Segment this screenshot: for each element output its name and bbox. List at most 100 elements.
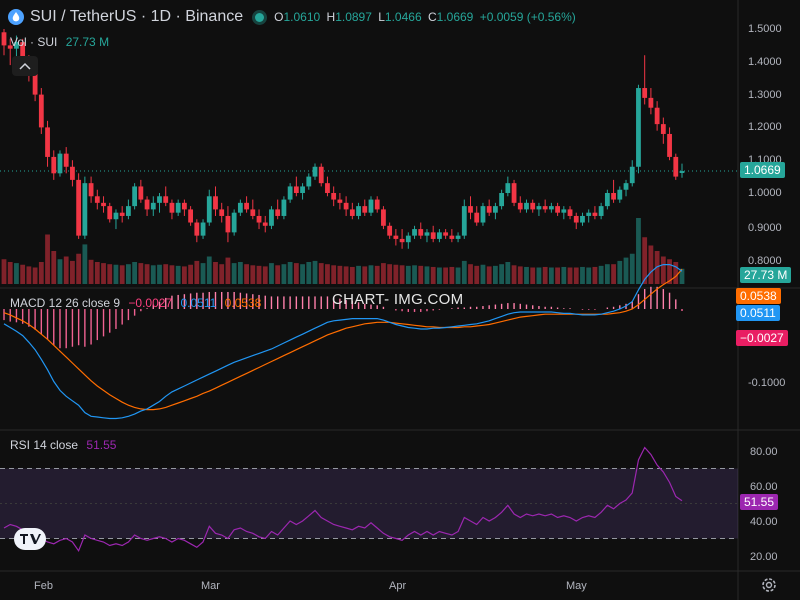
candle-body xyxy=(368,199,374,213)
candle-body xyxy=(586,212,592,216)
candle-body xyxy=(57,153,63,174)
volume-bar xyxy=(548,267,554,284)
candle-body xyxy=(480,206,486,223)
volume-bar xyxy=(629,253,635,284)
collapse-legend-button[interactable] xyxy=(12,56,38,76)
volume-bar xyxy=(150,265,156,284)
volume-label: Vol · SUI xyxy=(10,35,58,49)
settings-gear-icon[interactable] xyxy=(760,576,778,594)
volume-bar xyxy=(368,265,374,284)
tradingview-logo-icon[interactable] xyxy=(14,528,46,550)
candle-body xyxy=(88,183,94,197)
candle-body xyxy=(38,94,44,128)
price-candles[interactable] xyxy=(1,29,685,249)
candle-body xyxy=(474,212,480,223)
macd-legend[interactable]: MACD 12 26 close 9 −0.0027 0.0511 0.0538 xyxy=(10,296,266,310)
volume-tag: 27.73 M xyxy=(740,267,792,283)
candle-body xyxy=(486,206,492,213)
volume-bar xyxy=(542,266,548,284)
volume-bar xyxy=(113,264,119,284)
candle-body xyxy=(231,212,237,233)
volume-bar xyxy=(437,267,442,284)
candle-body xyxy=(443,232,449,236)
candle-body xyxy=(667,133,672,157)
volume-bar xyxy=(567,267,573,284)
volume-bar xyxy=(455,267,461,284)
macd-line-value: 0.0511 xyxy=(180,296,217,310)
candle-body xyxy=(244,202,249,210)
candle-body xyxy=(598,206,604,216)
volume-bar xyxy=(194,260,200,284)
volume-bars xyxy=(1,218,685,284)
candle-body xyxy=(157,196,162,203)
volume-bar xyxy=(312,260,318,284)
volume-bar xyxy=(617,260,623,284)
candle-body xyxy=(623,183,629,190)
candle-body xyxy=(536,206,542,210)
candle-body xyxy=(430,232,436,239)
candle-body xyxy=(70,166,75,180)
candle-body xyxy=(511,183,517,203)
candle-body xyxy=(636,88,641,167)
candle-body xyxy=(660,124,666,134)
time-axis[interactable]: Feb Mar Apr May xyxy=(34,580,587,592)
time-tick-feb: Feb xyxy=(34,580,53,592)
volume-bar xyxy=(7,262,13,284)
macd-histogram-value: −0.0027 xyxy=(128,296,173,310)
high-value: 1.0897 xyxy=(335,10,372,24)
volume-bar xyxy=(673,262,679,284)
volume-bar xyxy=(76,253,82,284)
candle-body xyxy=(362,206,368,213)
volume-bar xyxy=(237,262,243,284)
rsi-tick-80: 80.00 xyxy=(750,446,778,458)
volume-bar xyxy=(604,264,610,284)
rsi-tag: 51.55 xyxy=(740,494,779,510)
price-tick-3: 1.3000 xyxy=(748,89,782,101)
candle-body xyxy=(119,212,125,216)
volume-bar xyxy=(362,266,368,284)
last-price-tag: 1.0669 xyxy=(740,162,785,178)
candle-body xyxy=(200,222,206,236)
volume-bar xyxy=(530,267,536,284)
volume-bar xyxy=(169,265,175,284)
volume-bar xyxy=(505,262,511,284)
candle-body xyxy=(573,215,579,223)
time-tick-apr: Apr xyxy=(389,580,406,592)
rsi-band xyxy=(0,468,738,539)
candle-body xyxy=(561,209,567,213)
volume-bar xyxy=(38,262,44,284)
volume-bar xyxy=(536,267,542,284)
candle-body xyxy=(505,183,511,193)
volume-bar xyxy=(20,264,26,284)
macd-signal-tag: 0.0538 xyxy=(736,288,781,304)
rsi-tick-20: 20.00 xyxy=(750,551,778,563)
volume-bar xyxy=(256,265,262,284)
volume-bar xyxy=(468,264,473,284)
volume-bar xyxy=(188,264,194,284)
candle-body xyxy=(281,199,287,216)
volume-bar xyxy=(206,256,212,284)
volume-bar xyxy=(636,218,641,284)
watermark: CHART- IMG.COM xyxy=(332,291,464,308)
volume-legend[interactable]: Vol · SUI 27.73 M xyxy=(10,35,114,49)
macd-line-tag: 0.0511 xyxy=(736,305,780,321)
candle-body xyxy=(132,186,138,207)
candle-body xyxy=(94,196,100,203)
volume-bar xyxy=(424,266,430,284)
volume-bar xyxy=(449,266,455,284)
candle-body xyxy=(237,202,243,213)
macd-histogram-tag: −0.0027 xyxy=(736,330,788,346)
symbol-title[interactable]: SUI / TetherUS · 1D · Binance xyxy=(30,8,243,26)
volume-bar xyxy=(517,266,523,284)
close-value: 1.0669 xyxy=(436,10,474,24)
volume-bar xyxy=(418,265,424,284)
rsi-legend[interactable]: RSI 14 close 51.55 xyxy=(10,438,121,452)
volume-bar xyxy=(163,264,169,284)
volume-bar xyxy=(381,263,386,284)
volume-bar xyxy=(281,264,287,284)
symbol-header: SUI / TetherUS · 1D · Binance O1.0610 H1… xyxy=(8,6,579,28)
volume-bar xyxy=(26,266,32,284)
low-value: 1.0466 xyxy=(384,10,422,24)
volume-bar xyxy=(443,267,449,284)
candle-body xyxy=(126,206,131,216)
